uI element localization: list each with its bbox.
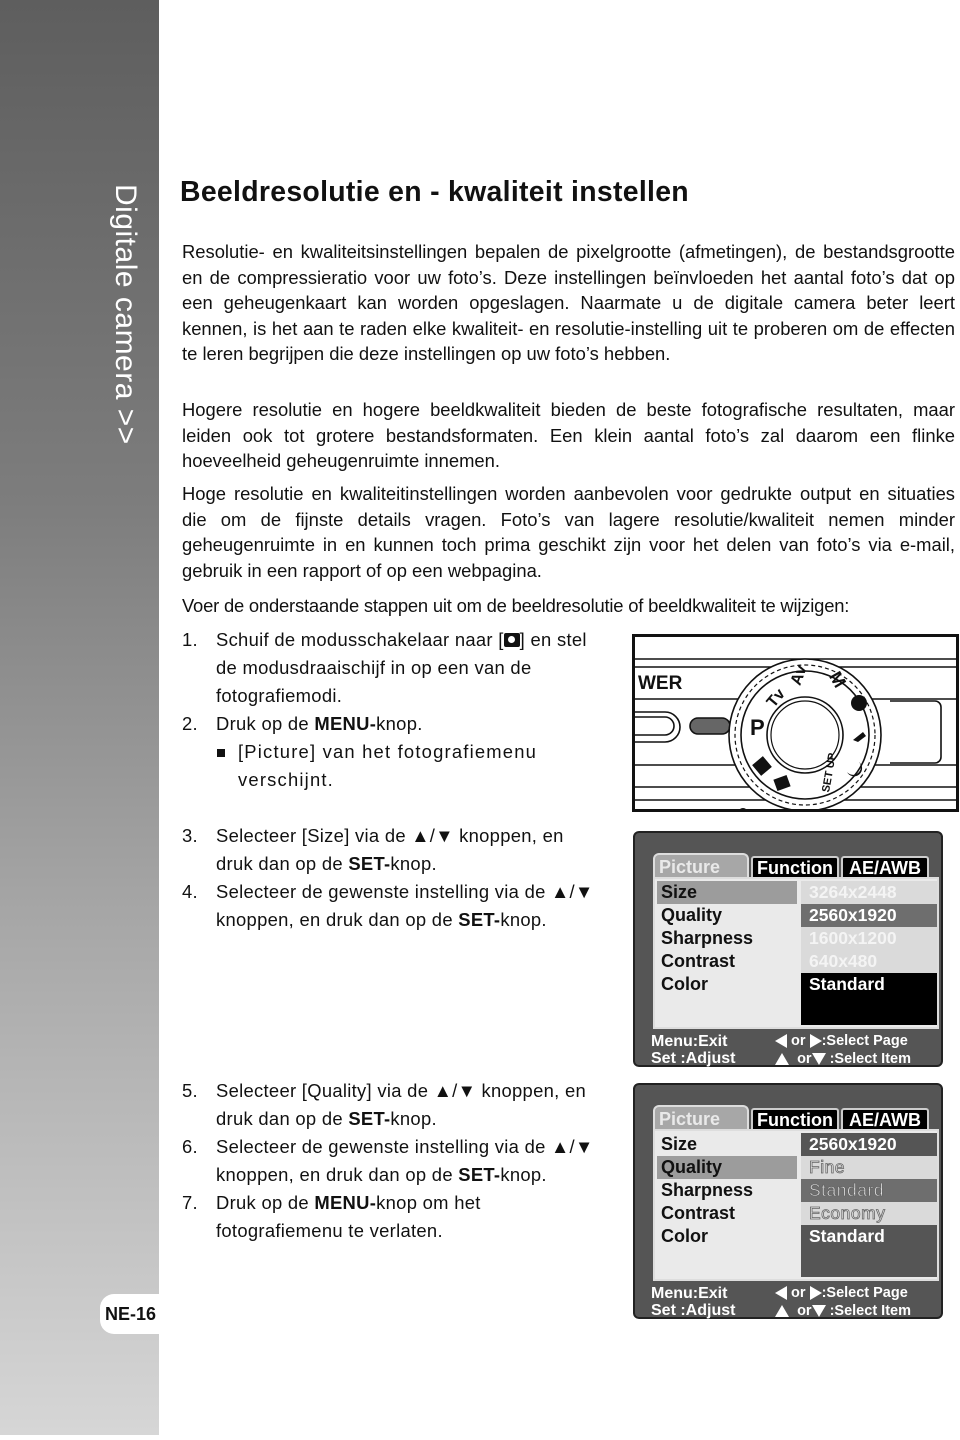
set-button-label: SET-	[348, 853, 391, 874]
right-arrow-icon	[809, 1034, 822, 1049]
option-economy[interactable]: Economy	[801, 1202, 937, 1225]
footer-select-page: :Select Page	[821, 1285, 908, 1301]
step-number: 7.	[182, 1192, 198, 1213]
paragraph-recommendation: Hoge resolutie en kwaliteitinstellingen …	[182, 483, 955, 581]
step-text: knop.	[500, 1164, 547, 1185]
steps-group-1: 1. Schuif de modusschakelaar naar [] en …	[182, 626, 600, 794]
left-arrow-icon	[775, 1034, 787, 1049]
left-arrow-icon	[775, 1286, 787, 1301]
step-text: knop.	[500, 909, 547, 930]
step-text: knop.	[376, 713, 423, 734]
step-5: 5. Selecteer [Quality] via de ▲/▼ knoppe…	[182, 1077, 600, 1133]
size-options: 3264x2448 2560x1920 1600x1200 640x480 St…	[801, 881, 937, 1025]
option-standard[interactable]: Standard	[801, 1179, 937, 1202]
svg-text:WER: WER	[638, 673, 683, 694]
menu-item-size[interactable]: Size	[657, 1133, 797, 1156]
footer-or: or	[791, 1033, 806, 1049]
section-title: Digitale camera >>	[109, 184, 142, 445]
paragraph-high-res: Hogere resolutie en hogere beeldkwalitei…	[182, 399, 955, 471]
up-arrow-icon	[775, 1305, 789, 1318]
footer-select-item: :Select Item	[829, 1051, 911, 1067]
step-2-note: [Picture] van het fotografiemenu verschi…	[216, 738, 600, 794]
color-value: Standard	[809, 1226, 885, 1246]
step-number: 6.	[182, 1136, 198, 1157]
sidebar: Digitale camera >>	[0, 0, 159, 1435]
footer-or: or	[797, 1303, 812, 1319]
footer-select-item: :Select Item	[829, 1303, 911, 1319]
camera-icon	[503, 633, 520, 647]
set-button-label: SET-	[348, 1108, 391, 1129]
steps-group-2: 3. Selecteer [Size] via de ▲/▼ knoppen, …	[182, 822, 600, 934]
footer-adjust: Set :Adjust	[651, 1302, 736, 1319]
option-640x480[interactable]: 640x480	[801, 950, 937, 973]
menu-button-label: MENU-	[314, 713, 377, 734]
tab-function[interactable]: Function	[751, 1108, 839, 1130]
step-text: knop.	[390, 1108, 437, 1129]
down-arrow-icon	[811, 1305, 826, 1318]
footer-exit: Menu:Exit	[651, 1033, 728, 1050]
size-value: 2560x1920	[801, 1133, 937, 1156]
tab-picture[interactable]: Picture	[653, 1105, 749, 1129]
set-button-label: SET-	[458, 909, 501, 930]
step-number: 5.	[182, 1080, 198, 1101]
camera-menu-size: Picture Function AE/AWB Size Quality Sha…	[633, 831, 943, 1067]
camera-menu-quality: Picture Function AE/AWB Size Quality Sha…	[633, 1083, 943, 1319]
step-text: Druk op de	[216, 713, 315, 734]
step-number: 1.	[182, 629, 198, 650]
footer-or: or	[791, 1285, 806, 1301]
step-1: 1. Schuif de modusschakelaar naar [] en …	[182, 626, 600, 710]
step-2: 2. Druk op de MENU-knop.	[182, 710, 600, 738]
footer-adjust: Set :Adjust	[651, 1050, 736, 1067]
menu-button-label: MENU-	[314, 1192, 377, 1213]
tab-function[interactable]: Function	[751, 856, 839, 878]
down-arrow-icon	[811, 1053, 826, 1066]
menu-item-quality[interactable]: Quality	[657, 1156, 797, 1179]
camera-dial-illustration: WER P Tv Av M SET UP	[635, 658, 956, 809]
option-fine[interactable]: Fine	[801, 1156, 937, 1179]
footer-select-page: :Select Page	[821, 1033, 908, 1049]
paragraph-intro: Resolutie- en kwaliteitsinstellingen bep…	[182, 241, 955, 364]
camera-mode-dial-figure: WER P Tv Av M SET UP	[632, 634, 959, 812]
step-4: 4. Selecteer de gewenste instelling via …	[182, 878, 600, 934]
steps-group-3: 5. Selecteer [Quality] via de ▲/▼ knoppe…	[182, 1077, 600, 1245]
right-arrow-icon	[809, 1286, 822, 1301]
color-value: Standard	[809, 974, 885, 994]
step-number: 2.	[182, 713, 198, 734]
quality-options: 2560x1920 Fine Standard Economy Standard	[801, 1133, 937, 1277]
footer-or: or	[797, 1051, 812, 1067]
menu-item-sharpness[interactable]: Sharpness	[657, 927, 797, 950]
menu-item-color[interactable]: Color	[657, 973, 797, 996]
menu-item-quality[interactable]: Quality	[657, 904, 797, 927]
option-3264x2448[interactable]: 3264x2448	[801, 881, 937, 904]
step-7: 7. Druk op de MENU-knop om het fotografi…	[182, 1189, 600, 1245]
tab-ae-awb[interactable]: AE/AWB	[841, 856, 929, 878]
step-text: knop.	[390, 853, 437, 874]
dial-mode-p: P	[750, 715, 765, 740]
step-number: 3.	[182, 825, 198, 846]
page-number: NE-16	[100, 1294, 164, 1334]
option-2560x1920[interactable]: 2560x1920	[801, 904, 937, 927]
menu-item-size[interactable]: Size	[657, 881, 797, 904]
menu-item-sharpness[interactable]: Sharpness	[657, 1179, 797, 1202]
menu-item-contrast[interactable]: Contrast	[657, 950, 797, 973]
step-2-note-row: [Picture] van het fotografiemenu verschi…	[182, 738, 600, 794]
step-6: 6. Selecteer de gewenste instelling via …	[182, 1133, 600, 1189]
set-button-label: SET-	[458, 1164, 501, 1185]
step-text: Druk op de	[216, 1192, 315, 1213]
page-title: Beeldresolutie en - kwaliteit instellen	[180, 176, 689, 208]
tab-ae-awb[interactable]: AE/AWB	[841, 1108, 929, 1130]
option-1600x1200[interactable]: 1600x1200	[801, 927, 937, 950]
step-number: 4.	[182, 881, 198, 902]
tab-picture[interactable]: Picture	[653, 853, 749, 877]
up-arrow-icon	[775, 1053, 789, 1066]
step-text: Schuif de modusschakelaar naar [	[216, 629, 504, 650]
footer-exit: Menu:Exit	[651, 1285, 728, 1302]
step-3: 3. Selecteer [Size] via de ▲/▼ knoppen, …	[182, 822, 600, 878]
paragraph-steps-intro: Voer de onderstaande stappen uit om de b…	[182, 595, 850, 616]
menu-item-color[interactable]: Color	[657, 1225, 797, 1248]
menu-item-contrast[interactable]: Contrast	[657, 1202, 797, 1225]
